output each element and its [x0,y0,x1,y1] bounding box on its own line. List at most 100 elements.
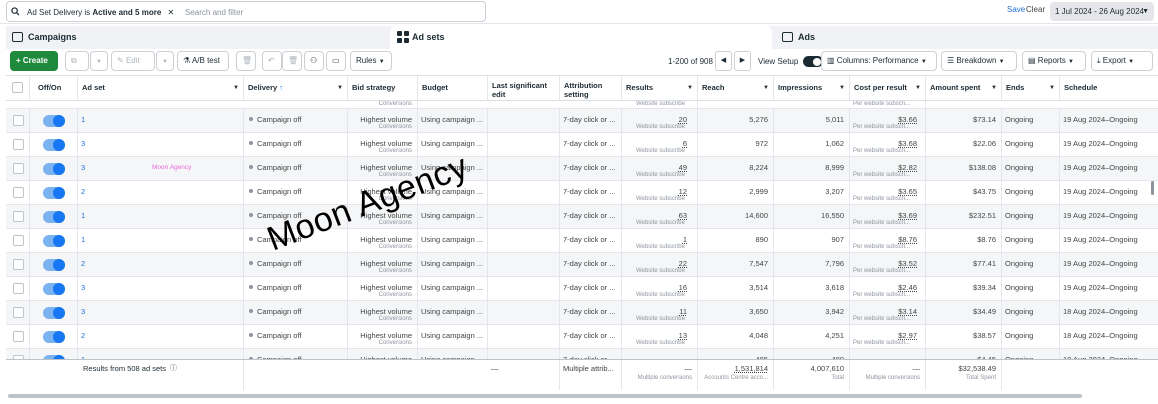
ad-set-name-link[interactable]: 3 [81,139,85,148]
header-results[interactable]: Results ▼ [622,76,698,102]
table-row[interactable]: 2 Campaign off Highest volume Conversions Us… [6,181,1158,205]
rules-button[interactable]: Rules ▼ [350,51,392,71]
impressions-cell: 3,942 [774,301,850,325]
ad-set-name-link[interactable]: 2 [81,331,85,340]
clear-filter-link[interactable]: Clear [1026,5,1045,14]
comment-button[interactable]: ▭ [326,51,346,71]
reach-value: 8,224 [749,163,768,172]
table-row[interactable]: 1Campaign offHighest volumeConversionsUs… [6,205,1158,229]
header-reach[interactable]: Reach ▼ [698,76,774,102]
row-checkbox[interactable] [13,259,24,270]
on-off-toggle[interactable] [43,235,65,247]
header-amount-spent[interactable]: Amount spent ▼ [926,76,1002,102]
on-off-toggle[interactable] [43,163,65,175]
table-row[interactable]: 2 Campaign off Highest volume Conversions Us… [6,253,1158,277]
next-page-button[interactable]: ▶ [734,51,751,71]
on-off-toggle[interactable] [43,139,65,151]
compare-button[interactable]: ⚇ [304,51,324,71]
row-checkbox[interactable] [13,283,24,294]
ad-set-name-link[interactable]: 1 [81,235,85,244]
header-attribution[interactable]: Attribution setting [560,76,622,102]
date-range-picker[interactable]: 1 Jul 2024 - 26 Aug 2024 ▼ [1050,2,1154,21]
header-schedule[interactable]: Schedule [1060,76,1158,102]
tab-ads[interactable]: Ads [776,26,1158,49]
duplicate-button[interactable]: ⧉ [65,51,89,71]
ad-set-name-link[interactable]: 2 [81,187,85,196]
schedule-value: 18 Aug 2024–Ongoing [1063,307,1138,316]
on-off-toggle[interactable] [43,259,65,271]
columns-button[interactable]: ▥ Columns: Performance ▼ [821,51,937,71]
on-off-toggle[interactable] [43,187,65,199]
chevron-down-icon: ▼ [915,85,921,91]
horizontal-scrollbar[interactable] [8,394,1082,398]
schedule-value: 19 Aug 2024–Ongoing [1063,259,1138,268]
row-checkbox[interactable] [13,331,24,342]
table-row[interactable]: 3 Campaign off Highest volume Conversions Us… [6,301,1158,325]
results-value: 49 [678,163,687,172]
close-icon[interactable]: ✕ [168,8,175,17]
header-off-on[interactable]: Off/On [30,76,78,102]
export-button[interactable]: ⤓ Export ▼ [1091,51,1153,71]
tab-ad-sets[interactable]: Ad sets [390,26,772,49]
on-off-toggle[interactable] [43,283,65,295]
header-bid-strategy[interactable]: Bid strategy [348,76,418,102]
edit-button[interactable]: ✎ Edit [111,51,155,71]
view-setup-toggle[interactable] [803,56,823,67]
discard-button[interactable]: 🗑 [282,51,302,71]
create-label: Create [22,56,48,65]
breakdown-button[interactable]: ☰ Breakdown ▼ [941,51,1017,71]
delete-button[interactable]: 🗑 [236,51,256,71]
ad-set-name-link[interactable]: 2 [81,259,85,268]
row-checkbox-cell [6,301,30,325]
search-filter-box[interactable]: Ad Set Delivery is Active and 5 more ✕ S… [6,1,486,22]
row-checkbox[interactable] [13,235,24,246]
row-checkbox[interactable] [13,307,24,318]
select-all-checkbox[interactable] [12,82,23,93]
ad-set-name-link[interactable]: 1 [81,211,85,220]
on-off-toggle[interactable] [43,115,65,127]
ad-set-name-link[interactable]: 3 [81,283,85,292]
ad-set-name-link[interactable]: 1 [81,115,85,124]
prev-page-button[interactable]: ◀ [715,51,732,71]
tab-campaigns[interactable]: Campaigns [6,26,386,49]
cpr-cell: Per website subscri... [850,101,926,108]
last-edit-cell [488,109,560,133]
header-cost-per-result[interactable]: Cost per result ▼ [850,76,926,102]
row-checkbox[interactable] [13,139,24,150]
save-filter-link[interactable]: Save [1007,5,1025,14]
on-off-toggle[interactable] [43,331,65,343]
header-delivery[interactable]: Delivery ↑ ▼ [244,76,348,102]
undo-button[interactable]: ↶ [262,51,282,71]
header-label: Impressions [778,83,823,92]
table-row[interactable]: 3 Campaign off Highest volume Conversions Us… [6,277,1158,301]
header-ends[interactable]: Ends ▼ [1002,76,1060,102]
table-row[interactable]: 1Campaign offHighest volumeConversionsUs… [6,229,1158,253]
create-button[interactable]: + Create [10,51,58,71]
header-ad-set[interactable]: Ad set ▼ [78,76,244,102]
vertical-scrollbar[interactable] [1151,181,1154,195]
duplicate-menu-button[interactable]: ▼ [90,51,108,71]
filter-chip[interactable]: Ad Set Delivery is Active and 5 more ✕ [27,6,174,20]
header-impressions[interactable]: Impressions ▼ [774,76,850,102]
search-input[interactable]: Search and filter [185,6,243,20]
ad-set-name-cell: 1 [78,109,244,133]
header-last-edit[interactable]: Last significant edit [488,76,560,102]
grid-icon [397,31,409,43]
table-row[interactable]: 2 Campaign off Highest volume Conversions Us… [6,325,1158,349]
ab-test-button[interactable]: ⚗ A/B test [177,51,229,71]
cpr-value: $3.66 [898,115,917,124]
row-checkbox[interactable] [13,163,24,174]
on-off-toggle[interactable] [43,307,65,319]
ad-set-name-link[interactable]: 3 [81,163,85,172]
on-off-toggle[interactable] [43,211,65,223]
row-checkbox[interactable] [13,187,24,198]
ends-cell: Ongoing [1002,325,1060,349]
header-budget[interactable]: Budget [418,76,488,102]
row-checkbox[interactable] [13,115,24,126]
ad-set-name-link[interactable]: 3 [81,307,85,316]
table-row[interactable]: 3 Campaign off Highest volume Conversions Us… [6,133,1158,157]
edit-menu-button[interactable]: ▼ [156,51,174,71]
row-checkbox[interactable] [13,211,24,222]
table-row[interactable]: 1Campaign offHighest volumeConversionsUs… [6,109,1158,133]
reports-button[interactable]: ▤ Reports ▼ [1022,51,1086,71]
